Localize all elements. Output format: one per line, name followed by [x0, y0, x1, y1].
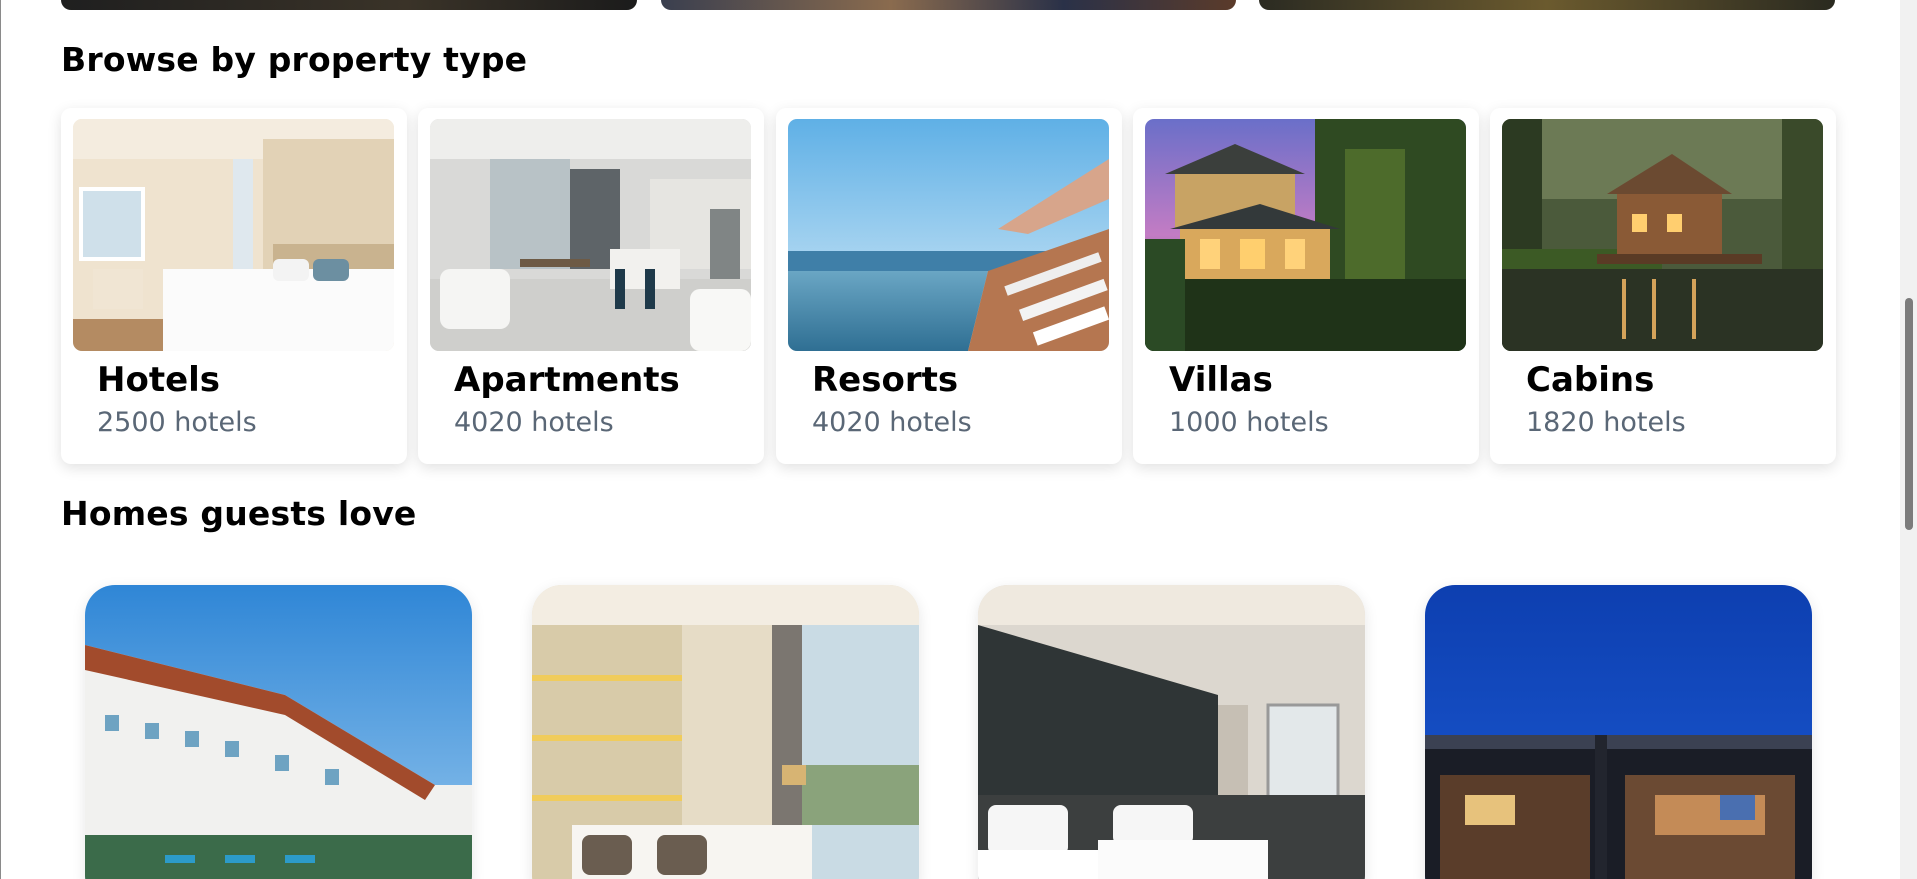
property-type-card-resorts[interactable]: Resorts 4020 hotels: [776, 108, 1122, 464]
home-image: [85, 585, 472, 879]
property-type-name: Hotels: [97, 360, 221, 400]
property-type-count: 1820 hotels: [1526, 407, 1686, 438]
scrollbar-thumb[interactable]: [1905, 298, 1913, 530]
property-type-card-cabins[interactable]: Cabins 1820 hotels: [1490, 108, 1836, 464]
property-type-count: 1000 hotels: [1169, 407, 1329, 438]
home-image: [532, 585, 919, 879]
home-image: [978, 585, 1365, 879]
property-type-card-hotels[interactable]: Hotels 2500 hotels: [61, 108, 407, 464]
property-type-name: Villas: [1169, 360, 1273, 400]
page-scrollbar[interactable]: [1900, 0, 1917, 879]
apartments-image: [430, 119, 751, 351]
property-type-card-villas[interactable]: Villas 1000 hotels: [1133, 108, 1479, 464]
property-types-title: Browse by property type: [61, 40, 528, 79]
property-type-name: Resorts: [812, 360, 959, 400]
page: Browse by property type Hotels 2500 hote…: [0, 0, 1917, 879]
home-image: [1425, 585, 1812, 879]
hotels-image: [73, 119, 394, 351]
property-type-card-apartments[interactable]: Apartments 4020 hotels: [418, 108, 764, 464]
home-card[interactable]: [978, 585, 1365, 879]
property-type-count: 4020 hotels: [812, 407, 972, 438]
homes-title: Homes guests love: [61, 494, 417, 533]
home-card[interactable]: [1425, 585, 1812, 879]
property-type-count: 4020 hotels: [454, 407, 614, 438]
property-type-name: Cabins: [1526, 360, 1655, 400]
featured-card-image[interactable]: [61, 0, 637, 10]
property-type-count: 2500 hotels: [97, 407, 257, 438]
featured-card-image[interactable]: [661, 0, 1236, 10]
cabins-image: [1502, 119, 1823, 351]
property-type-name: Apartments: [454, 360, 680, 400]
home-card[interactable]: [532, 585, 919, 879]
home-card[interactable]: [85, 585, 472, 879]
window-edge: [0, 0, 1, 879]
resorts-image: [788, 119, 1109, 351]
featured-card-image[interactable]: [1259, 0, 1835, 10]
villas-image: [1145, 119, 1466, 351]
